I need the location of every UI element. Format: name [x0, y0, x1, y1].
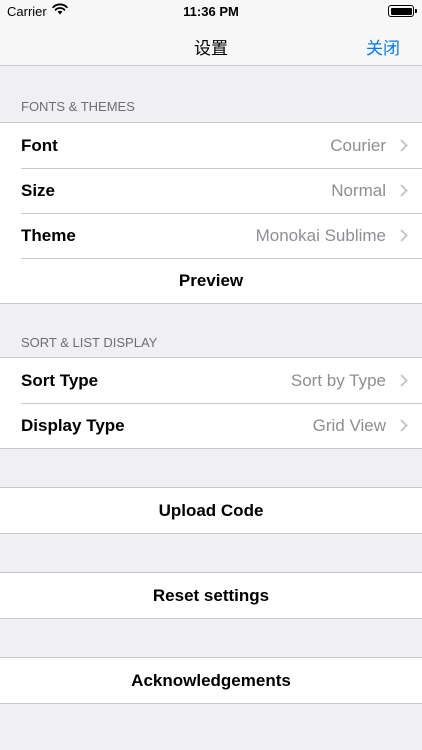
display-type-row[interactable]: Display Type Grid View — [0, 403, 422, 448]
theme-label: Theme — [21, 225, 76, 245]
section-header-fonts-themes: FONTS & THEMES — [21, 99, 135, 114]
sort-type-value: Sort by Type — [290, 370, 386, 390]
font-label: Font — [21, 135, 58, 155]
status-time: 11:36 PM — [183, 4, 239, 19]
size-label: Size — [21, 180, 56, 200]
fonts-themes-group: Font Courier Size Normal Theme Monokai S… — [0, 122, 422, 304]
chevron-right-icon — [386, 184, 422, 197]
font-row[interactable]: Font Courier — [0, 123, 422, 168]
theme-row[interactable]: Theme Monokai Sublime — [0, 213, 422, 258]
size-row[interactable]: Size Normal — [0, 168, 422, 213]
navigation-bar: 设置 关闭 — [0, 22, 422, 66]
display-type-label: Display Type — [21, 415, 125, 435]
acknowledgements-group: Acknowledgements — [0, 657, 422, 704]
acknowledgements-label: Acknowledgements — [131, 670, 291, 690]
page-title: 设置 — [194, 39, 228, 58]
chevron-right-icon — [386, 229, 422, 242]
chevron-right-icon — [386, 139, 422, 152]
sort-list-group: Sort Type Sort by Type Display Type Grid… — [0, 357, 422, 449]
reset-settings-button[interactable]: Reset settings — [0, 573, 422, 618]
upload-group: Upload Code — [0, 487, 422, 534]
size-value: Normal — [331, 180, 386, 200]
sort-type-row[interactable]: Sort Type Sort by Type — [0, 358, 422, 403]
chevron-right-icon — [386, 374, 422, 387]
font-value: Courier — [330, 135, 386, 155]
chevron-right-icon — [386, 419, 422, 432]
battery-icon — [388, 5, 417, 17]
preview-label: Preview — [178, 270, 244, 290]
section-header-sort-list: SORT & LIST DISPLAY — [21, 335, 158, 350]
status-bar: Carrier 11:36 PM — [0, 0, 422, 22]
close-button[interactable]: 关闭 — [366, 34, 400, 59]
preview-button[interactable]: Preview — [0, 258, 422, 303]
sort-type-label: Sort Type — [21, 370, 99, 390]
theme-value: Monokai Sublime — [255, 225, 386, 245]
reset-settings-label: Reset settings — [152, 585, 270, 605]
upload-code-label: Upload Code — [158, 500, 264, 520]
acknowledgements-button[interactable]: Acknowledgements — [0, 658, 422, 703]
display-type-value: Grid View — [312, 415, 386, 435]
reset-group: Reset settings — [0, 572, 422, 619]
upload-code-button[interactable]: Upload Code — [0, 488, 422, 533]
